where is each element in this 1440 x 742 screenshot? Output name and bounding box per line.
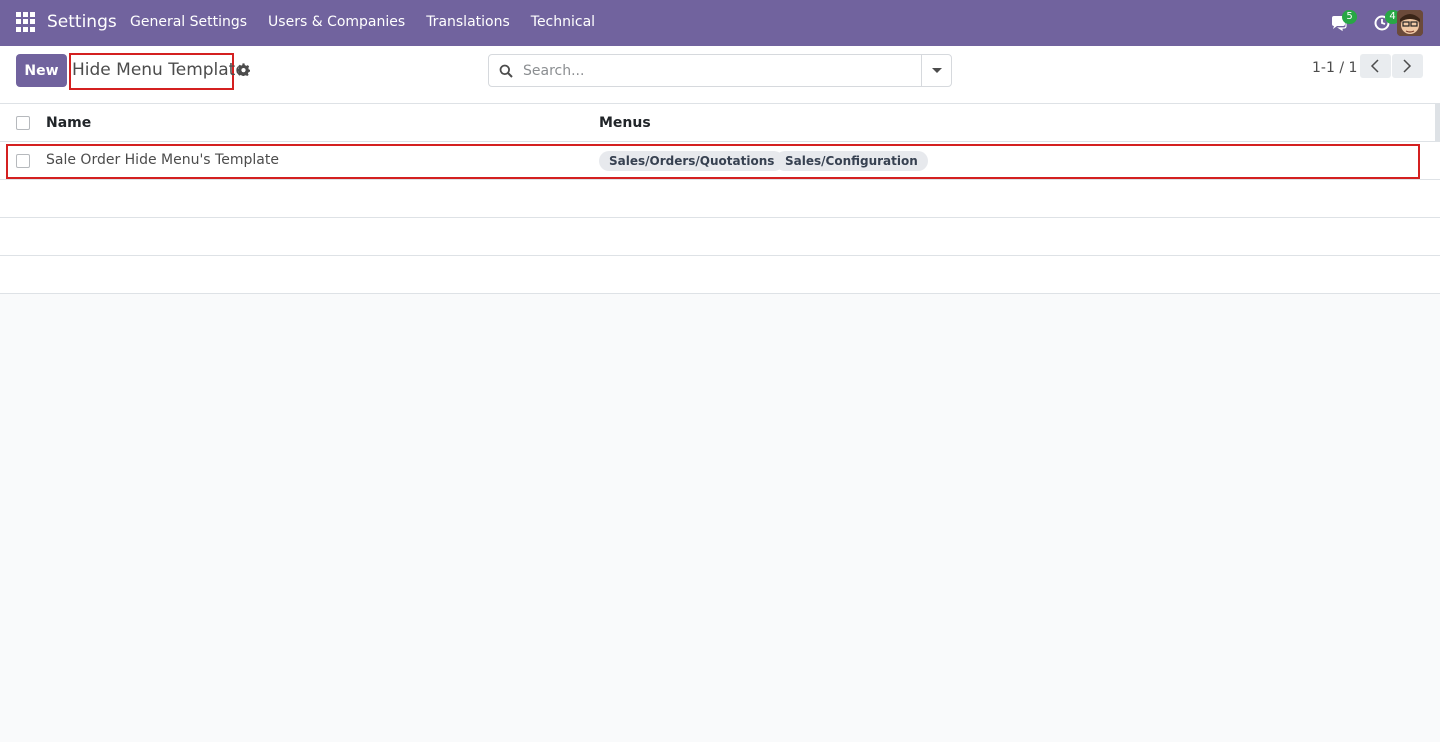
menu-translations[interactable]: Translations — [426, 14, 510, 30]
messages-button[interactable]: 5 — [1330, 10, 1357, 32]
empty-row — [0, 180, 1440, 218]
top-navbar: Settings General Settings Users & Compan… — [0, 0, 1440, 46]
search-bar — [488, 54, 952, 87]
column-header-name[interactable]: Name — [46, 115, 91, 131]
messages-count-badge: 5 — [1342, 10, 1357, 24]
menu-users-companies[interactable]: Users & Companies — [268, 14, 405, 30]
apps-grid-icon[interactable] — [16, 12, 36, 32]
activities-button[interactable]: 4 — [1373, 10, 1400, 32]
page-title: Hide Menu Template — [72, 60, 246, 80]
menu-technical[interactable]: Technical — [531, 14, 595, 30]
list-header: Name Menus — [0, 104, 1440, 142]
pager-previous-button[interactable] — [1360, 54, 1391, 78]
user-avatar[interactable] — [1397, 10, 1423, 36]
chevron-left-icon — [1370, 59, 1379, 73]
menu-general-settings[interactable]: General Settings — [130, 14, 247, 30]
chevron-right-icon — [1403, 59, 1412, 73]
menu-tag: Sales/Orders/Quotations — [599, 151, 785, 171]
app-brand[interactable]: Settings — [47, 12, 117, 32]
select-all-checkbox[interactable] — [16, 116, 30, 130]
scrollbar[interactable] — [1435, 104, 1440, 142]
search-input[interactable] — [523, 61, 913, 81]
pager-next-button[interactable] — [1392, 54, 1423, 78]
search-options-toggle[interactable] — [921, 55, 951, 86]
empty-row — [0, 256, 1440, 294]
search-icon[interactable] — [499, 64, 513, 78]
list-view: Name Menus Sale Order Hide Menu's Templa… — [0, 104, 1440, 294]
cell-name[interactable]: Sale Order Hide Menu's Template — [46, 152, 279, 168]
new-button[interactable]: New — [16, 54, 67, 87]
control-panel: New Hide Menu Template 1-1 / 1 — [0, 46, 1440, 104]
avatar-image — [1397, 10, 1423, 36]
column-header-menus[interactable]: Menus — [599, 115, 651, 131]
pager-value[interactable]: 1-1 / 1 — [1312, 60, 1357, 76]
table-row[interactable]: Sale Order Hide Menu's Template Sales/Or… — [0, 142, 1440, 180]
main-menu: General Settings Users & Companies Trans… — [130, 14, 616, 30]
empty-row — [0, 218, 1440, 256]
gear-icon[interactable] — [237, 63, 250, 76]
menu-tag: Sales/Configuration — [775, 151, 928, 171]
row-checkbox[interactable] — [16, 154, 30, 168]
